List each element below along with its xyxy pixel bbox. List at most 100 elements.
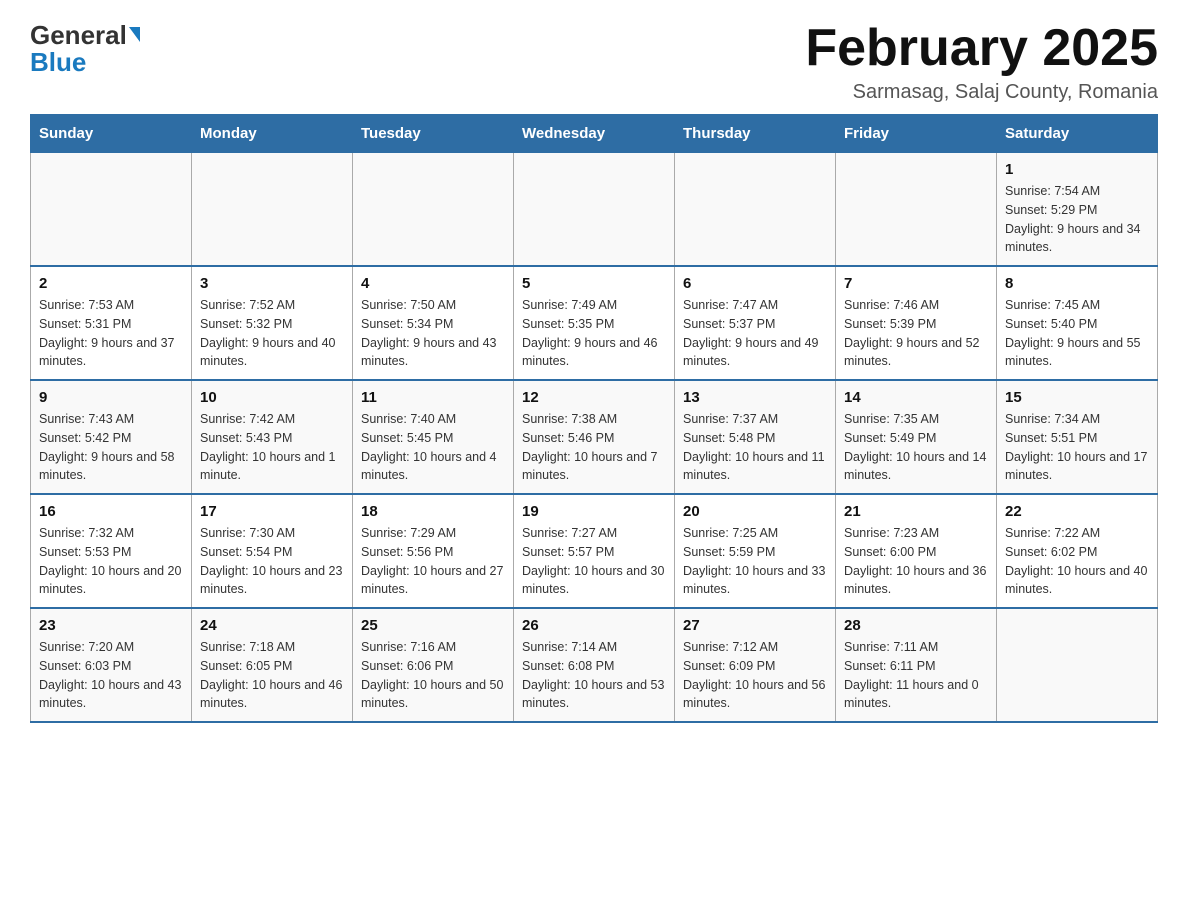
calendar-cell: 3 Sunrise: 7:52 AMSunset: 5:32 PMDaylight… <box>192 266 353 380</box>
day-number: 26 <box>522 617 666 634</box>
weekday-header-wednesday: Wednesday <box>514 115 675 153</box>
calendar-row-2: 2 Sunrise: 7:53 AMSunset: 5:31 PMDaylight… <box>31 266 1158 380</box>
calendar-cell: 2 Sunrise: 7:53 AMSunset: 5:31 PMDaylight… <box>31 266 192 380</box>
weekday-header-monday: Monday <box>192 115 353 153</box>
calendar-cell: 6Sunrise: 7:47 AMSunset: 5:37 PMDaylight… <box>675 266 836 380</box>
calendar-cell: 12 Sunrise: 7:38 AMSunset: 5:46 PMDayligh… <box>514 380 675 494</box>
weekday-header-sunday: Sunday <box>31 115 192 153</box>
weekday-header-thursday: Thursday <box>675 115 836 153</box>
day-info: Sunrise: 7:38 AMSunset: 5:46 PMDaylight:… <box>522 410 666 485</box>
day-info: Sunrise: 7:18 AMSunset: 6:05 PMDaylight:… <box>200 638 344 713</box>
calendar-cell <box>997 608 1158 722</box>
day-number: 11 <box>361 389 505 406</box>
calendar-cell: 17 Sunrise: 7:30 AMSunset: 5:54 PMDayligh… <box>192 494 353 608</box>
logo-arrow-icon <box>129 27 140 42</box>
calendar-cell <box>675 153 836 267</box>
page-title: February 2025 <box>805 20 1158 77</box>
day-info: Sunrise: 7:43 AMSunset: 5:42 PMDaylight:… <box>39 410 183 485</box>
calendar-cell: 25 Sunrise: 7:16 AMSunset: 6:06 PMDayligh… <box>353 608 514 722</box>
day-info: Sunrise: 7:45 AMSunset: 5:40 PMDaylight:… <box>1005 296 1149 371</box>
weekday-header-saturday: Saturday <box>997 115 1158 153</box>
calendar-cell: 18Sunrise: 7:29 AMSunset: 5:56 PMDayligh… <box>353 494 514 608</box>
day-info: Sunrise: 7:34 AMSunset: 5:51 PMDaylight:… <box>1005 410 1149 485</box>
calendar-cell: 4 Sunrise: 7:50 AMSunset: 5:34 PMDaylight… <box>353 266 514 380</box>
calendar-cell: 27 Sunrise: 7:12 AMSunset: 6:09 PMDayligh… <box>675 608 836 722</box>
calendar-cell: 5 Sunrise: 7:49 AMSunset: 5:35 PMDaylight… <box>514 266 675 380</box>
day-number: 19 <box>522 503 666 520</box>
calendar-cell: 22Sunrise: 7:22 AMSunset: 6:02 PMDayligh… <box>997 494 1158 608</box>
calendar-cell <box>353 153 514 267</box>
day-number: 17 <box>200 503 344 520</box>
day-number: 8 <box>1005 275 1149 292</box>
calendar-cell: 8 Sunrise: 7:45 AMSunset: 5:40 PMDaylight… <box>997 266 1158 380</box>
day-number: 27 <box>683 617 827 634</box>
day-info: Sunrise: 7:40 AMSunset: 5:45 PMDaylight:… <box>361 410 505 485</box>
calendar-cell: 26Sunrise: 7:14 AMSunset: 6:08 PMDayligh… <box>514 608 675 722</box>
calendar-cell: 20 Sunrise: 7:25 AMSunset: 5:59 PMDayligh… <box>675 494 836 608</box>
day-number: 12 <box>522 389 666 406</box>
day-info: Sunrise: 7:12 AMSunset: 6:09 PMDaylight:… <box>683 638 827 713</box>
day-info: Sunrise: 7:46 AMSunset: 5:39 PMDaylight:… <box>844 296 988 371</box>
calendar-row-3: 9 Sunrise: 7:43 AMSunset: 5:42 PMDaylight… <box>31 380 1158 494</box>
day-info: Sunrise: 7:47 AMSunset: 5:37 PMDaylight:… <box>683 296 827 371</box>
calendar-cell <box>31 153 192 267</box>
day-info: Sunrise: 7:37 AMSunset: 5:48 PMDaylight:… <box>683 410 827 485</box>
day-number: 15 <box>1005 389 1149 406</box>
day-info: Sunrise: 7:54 AMSunset: 5:29 PMDaylight:… <box>1005 182 1149 257</box>
day-number: 10 <box>200 389 344 406</box>
calendar-cell: 9 Sunrise: 7:43 AMSunset: 5:42 PMDaylight… <box>31 380 192 494</box>
day-info: Sunrise: 7:16 AMSunset: 6:06 PMDaylight:… <box>361 638 505 713</box>
day-info: Sunrise: 7:52 AMSunset: 5:32 PMDaylight:… <box>200 296 344 371</box>
day-number: 21 <box>844 503 988 520</box>
weekday-header-row: SundayMondayTuesdayWednesdayThursdayFrid… <box>31 115 1158 153</box>
calendar-cell: 16 Sunrise: 7:32 AMSunset: 5:53 PMDayligh… <box>31 494 192 608</box>
day-number: 4 <box>361 275 505 292</box>
calendar-cell: 7Sunrise: 7:46 AMSunset: 5:39 PMDaylight… <box>836 266 997 380</box>
day-number: 1 <box>1005 161 1149 178</box>
day-number: 3 <box>200 275 344 292</box>
day-number: 14 <box>844 389 988 406</box>
calendar-row-4: 16 Sunrise: 7:32 AMSunset: 5:53 PMDayligh… <box>31 494 1158 608</box>
day-number: 24 <box>200 617 344 634</box>
calendar-cell: 13 Sunrise: 7:37 AMSunset: 5:48 PMDayligh… <box>675 380 836 494</box>
day-info: Sunrise: 7:30 AMSunset: 5:54 PMDaylight:… <box>200 524 344 599</box>
logo: General Blue <box>30 20 140 78</box>
day-number: 23 <box>39 617 183 634</box>
day-info: Sunrise: 7:42 AMSunset: 5:43 PMDaylight:… <box>200 410 344 485</box>
day-info: Sunrise: 7:50 AMSunset: 5:34 PMDaylight:… <box>361 296 505 371</box>
calendar-cell: 23Sunrise: 7:20 AMSunset: 6:03 PMDayligh… <box>31 608 192 722</box>
day-number: 25 <box>361 617 505 634</box>
day-number: 20 <box>683 503 827 520</box>
calendar-cell: 19 Sunrise: 7:27 AMSunset: 5:57 PMDayligh… <box>514 494 675 608</box>
calendar-row-5: 23Sunrise: 7:20 AMSunset: 6:03 PMDayligh… <box>31 608 1158 722</box>
weekday-header-friday: Friday <box>836 115 997 153</box>
day-number: 2 <box>39 275 183 292</box>
day-number: 28 <box>844 617 988 634</box>
day-info: Sunrise: 7:22 AMSunset: 6:02 PMDaylight:… <box>1005 524 1149 599</box>
calendar-cell: 15 Sunrise: 7:34 AMSunset: 5:51 PMDayligh… <box>997 380 1158 494</box>
calendar-cell: 24 Sunrise: 7:18 AMSunset: 6:05 PMDayligh… <box>192 608 353 722</box>
day-info: Sunrise: 7:53 AMSunset: 5:31 PMDaylight:… <box>39 296 183 371</box>
day-info: Sunrise: 7:11 AMSunset: 6:11 PMDaylight:… <box>844 638 988 713</box>
calendar-table: SundayMondayTuesdayWednesdayThursdayFrid… <box>30 114 1158 723</box>
day-info: Sunrise: 7:27 AMSunset: 5:57 PMDaylight:… <box>522 524 666 599</box>
calendar-cell <box>836 153 997 267</box>
day-info: Sunrise: 7:25 AMSunset: 5:59 PMDaylight:… <box>683 524 827 599</box>
calendar-cell: 14Sunrise: 7:35 AMSunset: 5:49 PMDayligh… <box>836 380 997 494</box>
day-info: Sunrise: 7:49 AMSunset: 5:35 PMDaylight:… <box>522 296 666 371</box>
title-block: February 2025 Sarmasag, Salaj County, Ro… <box>805 20 1158 104</box>
calendar-cell: 11 Sunrise: 7:40 AMSunset: 5:45 PMDayligh… <box>353 380 514 494</box>
day-number: 13 <box>683 389 827 406</box>
logo-blue-text: Blue <box>30 47 86 78</box>
day-number: 5 <box>522 275 666 292</box>
calendar-cell: 28 Sunrise: 7:11 AMSunset: 6:11 PMDayligh… <box>836 608 997 722</box>
page-header: General Blue February 2025 Sarmasag, Sal… <box>30 20 1158 104</box>
weekday-header-tuesday: Tuesday <box>353 115 514 153</box>
calendar-cell <box>514 153 675 267</box>
calendar-cell: 21Sunrise: 7:23 AMSunset: 6:00 PMDayligh… <box>836 494 997 608</box>
day-number: 18 <box>361 503 505 520</box>
day-info: Sunrise: 7:32 AMSunset: 5:53 PMDaylight:… <box>39 524 183 599</box>
calendar-cell <box>192 153 353 267</box>
day-number: 16 <box>39 503 183 520</box>
day-number: 9 <box>39 389 183 406</box>
